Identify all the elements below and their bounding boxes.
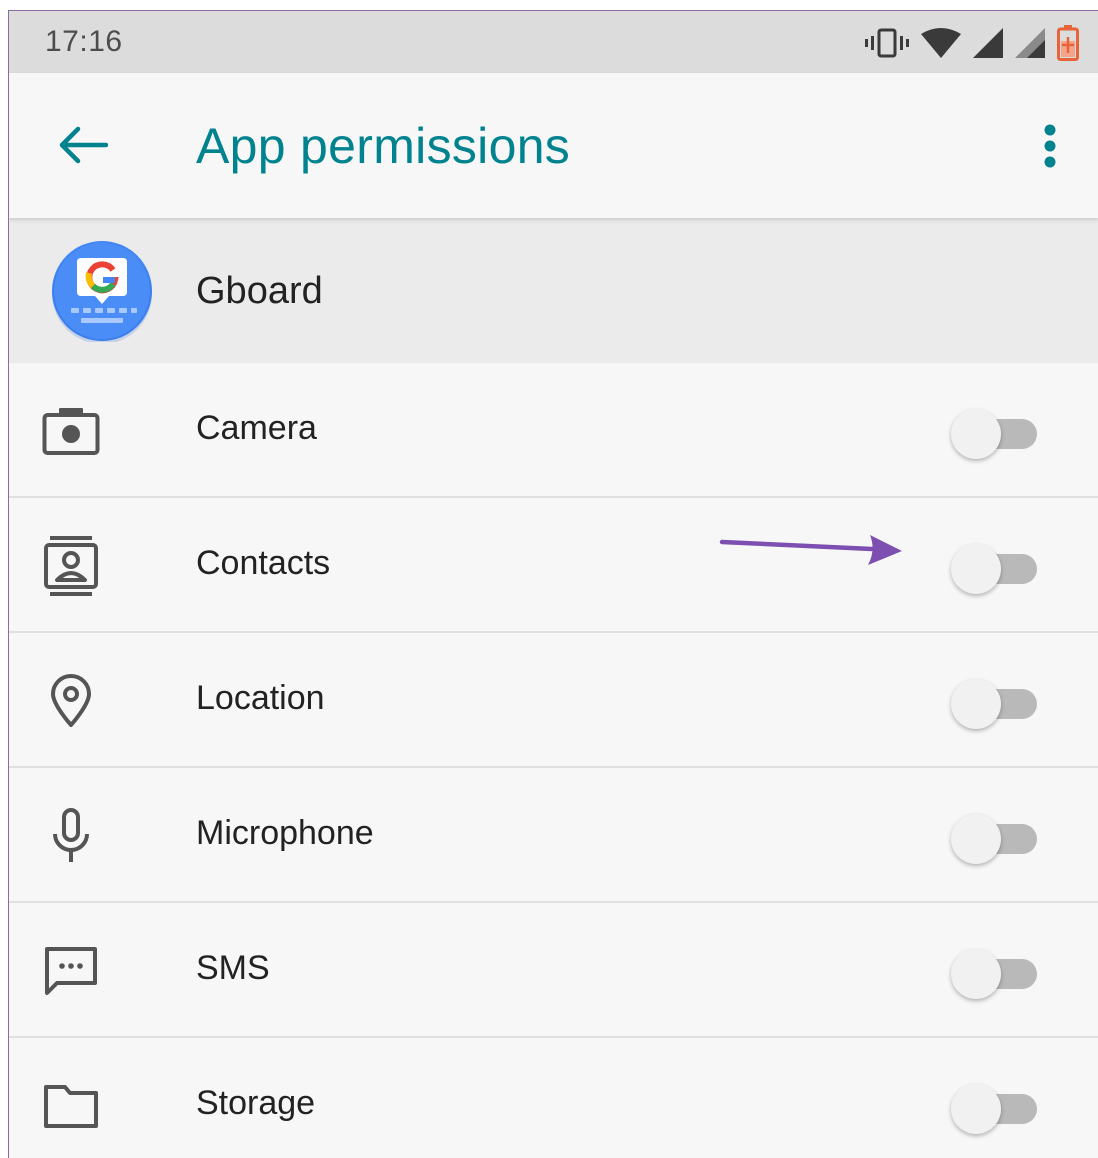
overflow-menu-button[interactable] <box>1025 113 1075 179</box>
permission-label: Contacts <box>196 544 331 582</box>
permission-toggle[interactable] <box>951 943 1041 999</box>
permission-row-location[interactable]: Location <box>9 633 1098 768</box>
permission-toggle[interactable] <box>951 1078 1041 1134</box>
permission-toggle[interactable] <box>951 808 1041 864</box>
status-time: 17:16 <box>45 25 123 58</box>
app-name: Gboard <box>196 270 323 312</box>
permission-row-camera[interactable]: Camera <box>9 363 1098 498</box>
permission-toggle[interactable] <box>951 673 1041 729</box>
location-icon <box>39 669 103 733</box>
arrow-back-icon <box>59 126 108 164</box>
permission-toggle[interactable] <box>951 538 1041 594</box>
permission-row-storage[interactable]: Storage <box>9 1038 1098 1158</box>
permission-label: Location <box>196 679 325 717</box>
battery-icon <box>1057 25 1079 61</box>
permission-toggle[interactable] <box>951 403 1041 459</box>
page-title: App permissions <box>196 118 571 174</box>
permission-row-contacts[interactable]: Contacts <box>9 498 1098 633</box>
back-button[interactable] <box>49 115 117 175</box>
permission-row-microphone[interactable]: Microphone <box>9 768 1098 903</box>
permission-label: Camera <box>196 409 317 447</box>
microphone-icon <box>39 804 103 868</box>
camera-icon <box>39 399 103 463</box>
sms-icon <box>39 939 103 1003</box>
permission-row-sms[interactable]: SMS <box>9 903 1098 1038</box>
gboard-icon <box>52 241 152 342</box>
permission-label: Storage <box>196 1084 316 1122</box>
status-icons <box>865 25 1079 61</box>
contacts-icon <box>39 534 103 598</box>
more-vert-icon <box>1044 124 1056 168</box>
signal-icon <box>973 28 1003 58</box>
signal-icon-2 <box>1015 28 1045 58</box>
app-header: Gboard <box>9 218 1098 363</box>
permission-label: SMS <box>196 949 270 987</box>
phone-screen: 17:16 App permissions Gboard Camera Cont… <box>8 10 1098 1158</box>
vibrate-icon <box>865 28 909 58</box>
permission-list: Camera Contacts Location Microphone SMS … <box>9 363 1098 1158</box>
app-bar: App permissions <box>9 73 1098 218</box>
wifi-icon <box>921 28 961 58</box>
permission-label: Microphone <box>196 814 374 852</box>
status-bar: 17:16 <box>9 11 1098 73</box>
storage-icon <box>39 1074 103 1138</box>
